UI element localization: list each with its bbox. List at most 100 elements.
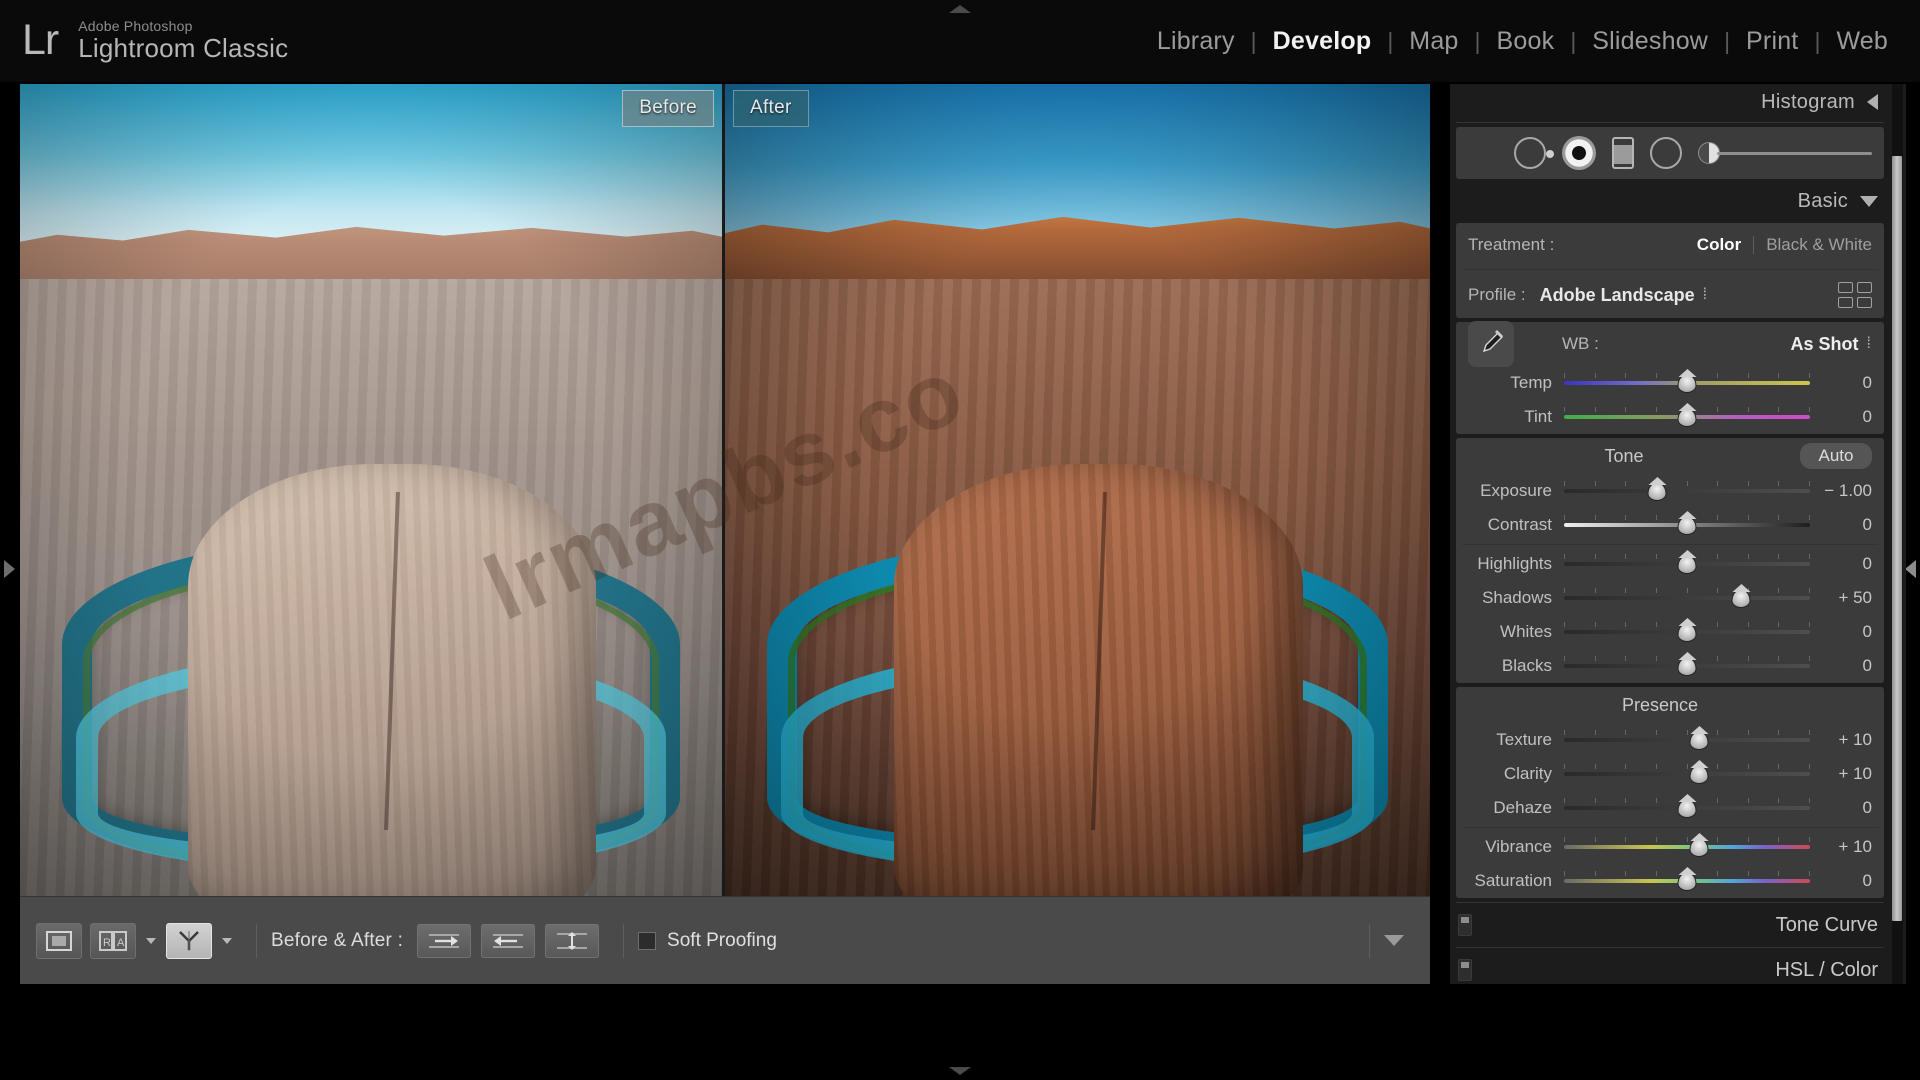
blacks-slider[interactable] (1564, 655, 1810, 677)
divider (1456, 902, 1884, 903)
clarity-slider[interactable] (1564, 763, 1810, 785)
saturation-knob[interactable] (1678, 872, 1697, 891)
whites-knob[interactable] (1678, 623, 1697, 642)
highlights-value[interactable]: 0 (1810, 554, 1872, 574)
compare-view-menu-icon[interactable] (146, 938, 156, 944)
auto-tone-button[interactable]: Auto (1800, 443, 1872, 469)
masking-amount-slider[interactable] (1698, 142, 1872, 164)
vibrance-slider[interactable] (1564, 836, 1810, 858)
masking-amount-track[interactable] (1717, 152, 1872, 155)
module-slideshow[interactable]: Slideshow (1578, 27, 1722, 56)
before-after-view-icon[interactable] (166, 923, 212, 959)
red-eye-correction-tool-icon[interactable] (1562, 136, 1596, 170)
graduated-filter-tool-icon[interactable] (1612, 137, 1634, 169)
shadows-slider[interactable] (1564, 587, 1810, 609)
treatment-profile-block: Treatment : Color Black & White Profile … (1456, 223, 1884, 318)
module-print[interactable]: Print (1732, 27, 1812, 56)
show-right-panel-icon[interactable] (1905, 560, 1916, 578)
vibrance-value[interactable]: + 10 (1810, 837, 1872, 857)
contrast-knob[interactable] (1678, 516, 1697, 535)
loupe-view-icon[interactable] (36, 923, 82, 959)
crop-overlay-tool-icon[interactable] (1468, 138, 1498, 168)
shadows-value[interactable]: + 50 (1810, 588, 1872, 608)
image-preview-stage[interactable]: Before After (20, 84, 1430, 896)
treatment-option-black-and-white[interactable]: Black & White (1766, 235, 1872, 255)
right-panel-scroll-thumb[interactable] (1892, 156, 1902, 921)
tone-curve-toggle-switch[interactable] (1458, 914, 1472, 936)
temp-slider[interactable] (1564, 372, 1810, 394)
soft-proofing-checkbox[interactable] (638, 932, 656, 950)
saturation-value[interactable]: 0 (1810, 871, 1872, 891)
right-panel-scroll-region: Histogram (1450, 84, 1890, 984)
hsl-color-toggle-switch[interactable] (1458, 959, 1472, 981)
dehaze-slider[interactable] (1564, 797, 1810, 819)
contrast-value[interactable]: 0 (1810, 515, 1872, 535)
tint-knob[interactable] (1678, 408, 1697, 427)
exposure-value[interactable]: − 1.00 (1810, 481, 1872, 501)
before-image-pane[interactable]: Before (20, 84, 725, 896)
temp-knob[interactable] (1678, 374, 1697, 393)
temp-label: Temp (1468, 373, 1564, 393)
highlights-knob[interactable] (1678, 555, 1697, 574)
show-filmstrip-icon[interactable] (949, 1067, 971, 1075)
whites-label: Whites (1468, 622, 1564, 642)
module-library[interactable]: Library (1143, 27, 1249, 56)
basic-panel-header[interactable]: Basic (1450, 183, 1890, 219)
shadows-track (1564, 596, 1810, 600)
highlights-slider[interactable] (1564, 553, 1810, 575)
shadows-knob[interactable] (1732, 589, 1751, 608)
texture-knob[interactable] (1690, 731, 1709, 750)
texture-slider[interactable] (1564, 729, 1810, 751)
whites-slider[interactable] (1564, 621, 1810, 643)
blacks-value[interactable]: 0 (1810, 656, 1872, 676)
profile-browser-icon[interactable] (1838, 282, 1872, 308)
radial-filter-tool-icon[interactable] (1650, 137, 1682, 169)
module-web[interactable]: Web (1822, 27, 1902, 56)
profile-menu-icon[interactable]: ⁞ (1703, 286, 1708, 304)
tick-marks (1564, 730, 1810, 735)
right-panel-scrollbar[interactable] (1892, 84, 1903, 984)
show-module-picker-icon[interactable] (949, 5, 971, 13)
hsl-color-panel-header[interactable]: HSL / Color (1450, 950, 1890, 984)
module-map[interactable]: Map (1395, 27, 1472, 56)
slider-row-texture: Texture + 10 (1456, 723, 1884, 757)
dehaze-value[interactable]: 0 (1810, 798, 1872, 818)
expand-down-icon[interactable] (1860, 196, 1878, 207)
contrast-slider[interactable] (1564, 514, 1810, 536)
before-after-view-menu-icon[interactable] (222, 938, 232, 944)
spot-removal-tool-icon[interactable] (1514, 137, 1546, 169)
swap-before-after-icon[interactable] (545, 924, 599, 958)
blacks-knob[interactable] (1678, 657, 1697, 676)
white-balance-value[interactable]: As Shot (1791, 334, 1859, 355)
whites-value[interactable]: 0 (1810, 622, 1872, 642)
vibrance-track (1564, 845, 1810, 849)
clarity-value[interactable]: + 10 (1810, 764, 1872, 784)
compare-view-icon[interactable]: R A (90, 923, 136, 959)
vibrance-knob[interactable] (1690, 838, 1709, 857)
tint-slider[interactable] (1564, 406, 1810, 428)
divider (1462, 827, 1878, 828)
saturation-slider[interactable] (1564, 870, 1810, 892)
texture-value[interactable]: + 10 (1810, 730, 1872, 750)
profile-value[interactable]: Adobe Landscape (1540, 285, 1695, 306)
treatment-option-color[interactable]: Color (1697, 235, 1741, 255)
module-book[interactable]: Book (1483, 27, 1569, 56)
histogram-panel-header[interactable]: Histogram (1450, 84, 1890, 120)
show-left-panel-icon[interactable] (4, 560, 15, 578)
temp-value[interactable]: 0 (1810, 373, 1872, 393)
tone-curve-panel-header[interactable]: Tone Curve (1450, 905, 1890, 945)
presence-title: Presence (1468, 695, 1872, 716)
clarity-knob[interactable] (1690, 765, 1709, 784)
after-image-pane[interactable]: After (725, 84, 1430, 896)
copy-settings-left-icon[interactable] (481, 924, 535, 958)
white-balance-selector-icon[interactable] (1468, 321, 1514, 367)
tint-value[interactable]: 0 (1810, 407, 1872, 427)
module-develop[interactable]: Develop (1259, 27, 1386, 56)
chevron-down-icon[interactable] (1384, 935, 1404, 946)
exposure-slider[interactable] (1564, 480, 1810, 502)
wb-menu-icon[interactable]: ⁞ (1867, 335, 1872, 353)
collapse-left-icon[interactable] (1867, 94, 1878, 110)
exposure-knob[interactable] (1648, 482, 1667, 501)
dehaze-knob[interactable] (1678, 799, 1697, 818)
copy-settings-right-icon[interactable] (417, 924, 471, 958)
